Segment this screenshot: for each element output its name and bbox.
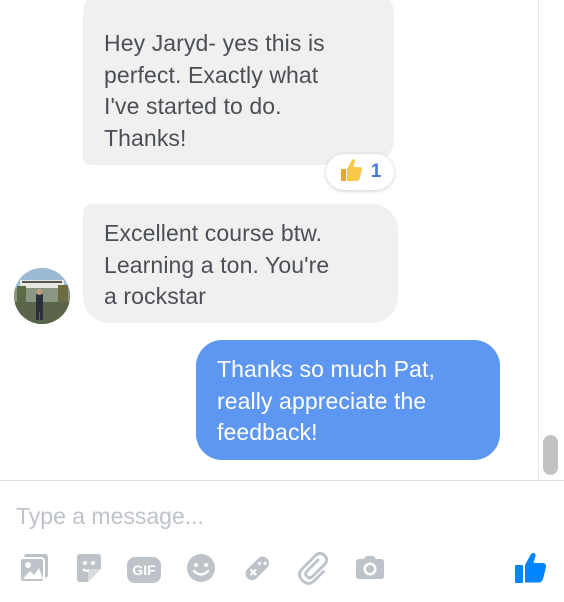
photo-icon [17, 551, 51, 590]
scrollbar-thumb[interactable] [543, 435, 558, 475]
emoji-button[interactable] [181, 550, 221, 590]
game-icon [240, 551, 274, 590]
game-button[interactable] [237, 550, 277, 590]
message-reaction[interactable]: 1 [326, 154, 394, 190]
incoming-message-bubble[interactable]: Excellent course btw. Learning a ton. Yo… [83, 204, 398, 323]
camera-button[interactable] [350, 550, 390, 590]
sticker-icon [72, 551, 106, 590]
attachment-button[interactable] [293, 550, 333, 590]
scrollbar-track[interactable] [538, 0, 564, 480]
gif-icon: GIF [127, 557, 161, 583]
message-thread[interactable]: Hey Jaryd- yes this is perfect. Exactly … [0, 0, 538, 480]
camera-icon [353, 551, 387, 590]
reaction-count: 1 [370, 161, 382, 182]
sticker-button[interactable] [69, 550, 109, 590]
like-button[interactable] [510, 550, 550, 590]
thumbs-up-icon [339, 157, 363, 188]
message-input[interactable]: Type a message... [16, 503, 516, 537]
gif-button[interactable]: GIF [124, 550, 164, 590]
composer-toolbar: GIF [0, 548, 564, 596]
thumbs-up-icon [512, 550, 548, 591]
composer-divider [0, 480, 564, 481]
avatar[interactable] [14, 268, 70, 324]
incoming-message-bubble[interactable]: Hey Jaryd- yes this is perfect. Exactly … [83, 0, 394, 165]
attachment-icon [296, 551, 330, 590]
messenger-window: Hey Jaryd- yes this is perfect. Exactly … [0, 0, 564, 602]
outgoing-message-bubble[interactable]: Thanks so much Pat, really appreciate th… [196, 340, 500, 460]
photo-button[interactable] [14, 550, 54, 590]
emoji-icon [185, 552, 217, 589]
